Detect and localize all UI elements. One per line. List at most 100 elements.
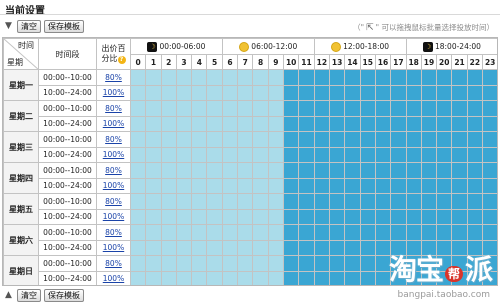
hour-header[interactable]: 9 bbox=[267, 54, 285, 70]
hour-cell[interactable] bbox=[390, 146, 407, 163]
hour-cell[interactable] bbox=[283, 84, 300, 101]
hour-cell[interactable] bbox=[328, 131, 346, 148]
hour-cell[interactable] bbox=[252, 270, 269, 285]
hour-cell[interactable] bbox=[267, 255, 285, 272]
hour-cell[interactable] bbox=[175, 239, 193, 256]
hour-cell[interactable] bbox=[160, 177, 177, 194]
expand-arrow-icon[interactable]: ▲ bbox=[2, 289, 15, 302]
hour-cell[interactable] bbox=[344, 239, 361, 256]
bid-percent-link[interactable]: 100% bbox=[103, 243, 124, 252]
hour-cell[interactable] bbox=[191, 84, 208, 101]
hour-cell[interactable] bbox=[374, 131, 392, 148]
hour-header[interactable]: 15 bbox=[359, 54, 376, 70]
hour-cell[interactable] bbox=[191, 208, 208, 225]
hour-header[interactable]: 10 bbox=[283, 54, 300, 70]
hour-cell[interactable] bbox=[313, 193, 330, 210]
hour-cell[interactable] bbox=[175, 69, 193, 86]
hour-cell[interactable] bbox=[145, 146, 162, 163]
hour-cell[interactable] bbox=[328, 208, 346, 225]
segment-header-0[interactable]: ☽ 00:00-06:00 bbox=[130, 38, 223, 55]
hour-cell[interactable] bbox=[482, 208, 497, 225]
day-label[interactable]: 星期四 bbox=[3, 162, 39, 194]
hour-cell[interactable] bbox=[298, 193, 315, 210]
hour-cell[interactable] bbox=[359, 224, 376, 241]
hour-cell[interactable] bbox=[451, 208, 468, 225]
clear-button-bottom[interactable]: 清空 bbox=[17, 288, 41, 302]
hour-cell[interactable] bbox=[359, 193, 376, 210]
hour-cell[interactable] bbox=[160, 193, 177, 210]
bid-percent-link[interactable]: 100% bbox=[103, 119, 124, 128]
hour-cell[interactable] bbox=[390, 224, 407, 241]
hour-cell[interactable] bbox=[328, 239, 346, 256]
hour-header[interactable]: 14 bbox=[344, 54, 361, 70]
hour-cell[interactable] bbox=[283, 177, 300, 194]
hour-cell[interactable] bbox=[221, 100, 239, 117]
hour-cell[interactable] bbox=[359, 146, 376, 163]
hour-cell[interactable] bbox=[390, 193, 407, 210]
hour-cell[interactable] bbox=[160, 224, 177, 241]
hour-cell[interactable] bbox=[436, 100, 453, 117]
hour-cell[interactable] bbox=[283, 69, 300, 86]
hour-cell[interactable] bbox=[283, 270, 300, 285]
hour-cell[interactable] bbox=[175, 146, 193, 163]
hour-cell[interactable] bbox=[436, 255, 453, 272]
hour-cell[interactable] bbox=[420, 115, 438, 132]
hour-cell[interactable] bbox=[237, 208, 254, 225]
hour-cell[interactable] bbox=[374, 146, 392, 163]
hour-cell[interactable] bbox=[328, 255, 346, 272]
hour-header[interactable]: 4 bbox=[191, 54, 208, 70]
hour-cell[interactable] bbox=[359, 177, 376, 194]
hour-cell[interactable] bbox=[129, 131, 147, 148]
bid-percent-link[interactable]: 80% bbox=[105, 228, 122, 237]
hour-cell[interactable] bbox=[390, 162, 407, 179]
bid-percent-link[interactable]: 80% bbox=[105, 197, 122, 206]
hour-cell[interactable] bbox=[298, 115, 315, 132]
hour-cell[interactable] bbox=[390, 239, 407, 256]
hour-cell[interactable] bbox=[344, 177, 361, 194]
hour-cell[interactable] bbox=[466, 115, 484, 132]
hour-cell[interactable] bbox=[267, 100, 285, 117]
hour-cell[interactable] bbox=[359, 84, 376, 101]
hour-cell[interactable] bbox=[129, 208, 147, 225]
hour-cell[interactable] bbox=[283, 146, 300, 163]
hour-cell[interactable] bbox=[175, 224, 193, 241]
hour-cell[interactable] bbox=[420, 255, 438, 272]
hour-cell[interactable] bbox=[328, 162, 346, 179]
hour-cell[interactable] bbox=[359, 239, 376, 256]
hour-cell[interactable] bbox=[436, 84, 453, 101]
hour-cell[interactable] bbox=[344, 224, 361, 241]
hour-cell[interactable] bbox=[267, 208, 285, 225]
segment-header-1[interactable]: 06:00-12:00 bbox=[221, 38, 315, 55]
hour-cell[interactable] bbox=[420, 131, 438, 148]
hour-cell[interactable] bbox=[482, 84, 497, 101]
bid-percent-link[interactable]: 80% bbox=[105, 135, 122, 144]
hour-cell[interactable] bbox=[237, 115, 254, 132]
hour-cell[interactable] bbox=[145, 193, 162, 210]
day-label[interactable]: 星期五 bbox=[3, 193, 39, 225]
hour-cell[interactable] bbox=[160, 115, 177, 132]
hour-cell[interactable] bbox=[420, 193, 438, 210]
hour-cell[interactable] bbox=[436, 177, 453, 194]
hour-cell[interactable] bbox=[451, 177, 468, 194]
day-label[interactable]: 星期六 bbox=[3, 224, 39, 256]
hour-header[interactable]: 17 bbox=[390, 54, 407, 70]
hour-cell[interactable] bbox=[451, 84, 468, 101]
hour-cell[interactable] bbox=[298, 239, 315, 256]
hour-cell[interactable] bbox=[221, 162, 239, 179]
hour-cell[interactable] bbox=[374, 84, 392, 101]
hour-cell[interactable] bbox=[252, 162, 269, 179]
hour-cell[interactable] bbox=[374, 255, 392, 272]
hour-cell[interactable] bbox=[298, 162, 315, 179]
day-label[interactable]: 星期日 bbox=[3, 255, 39, 285]
hour-cell[interactable] bbox=[359, 115, 376, 132]
hour-cell[interactable] bbox=[344, 84, 361, 101]
hour-cell[interactable] bbox=[191, 239, 208, 256]
hour-header[interactable]: 0 bbox=[129, 54, 147, 70]
hour-cell[interactable] bbox=[191, 146, 208, 163]
hour-cell[interactable] bbox=[175, 100, 193, 117]
bid-percent-link[interactable]: 100% bbox=[103, 274, 124, 283]
hour-cell[interactable] bbox=[129, 100, 147, 117]
hour-cell[interactable] bbox=[252, 146, 269, 163]
hour-header[interactable]: 7 bbox=[237, 54, 254, 70]
hour-cell[interactable] bbox=[206, 224, 223, 241]
